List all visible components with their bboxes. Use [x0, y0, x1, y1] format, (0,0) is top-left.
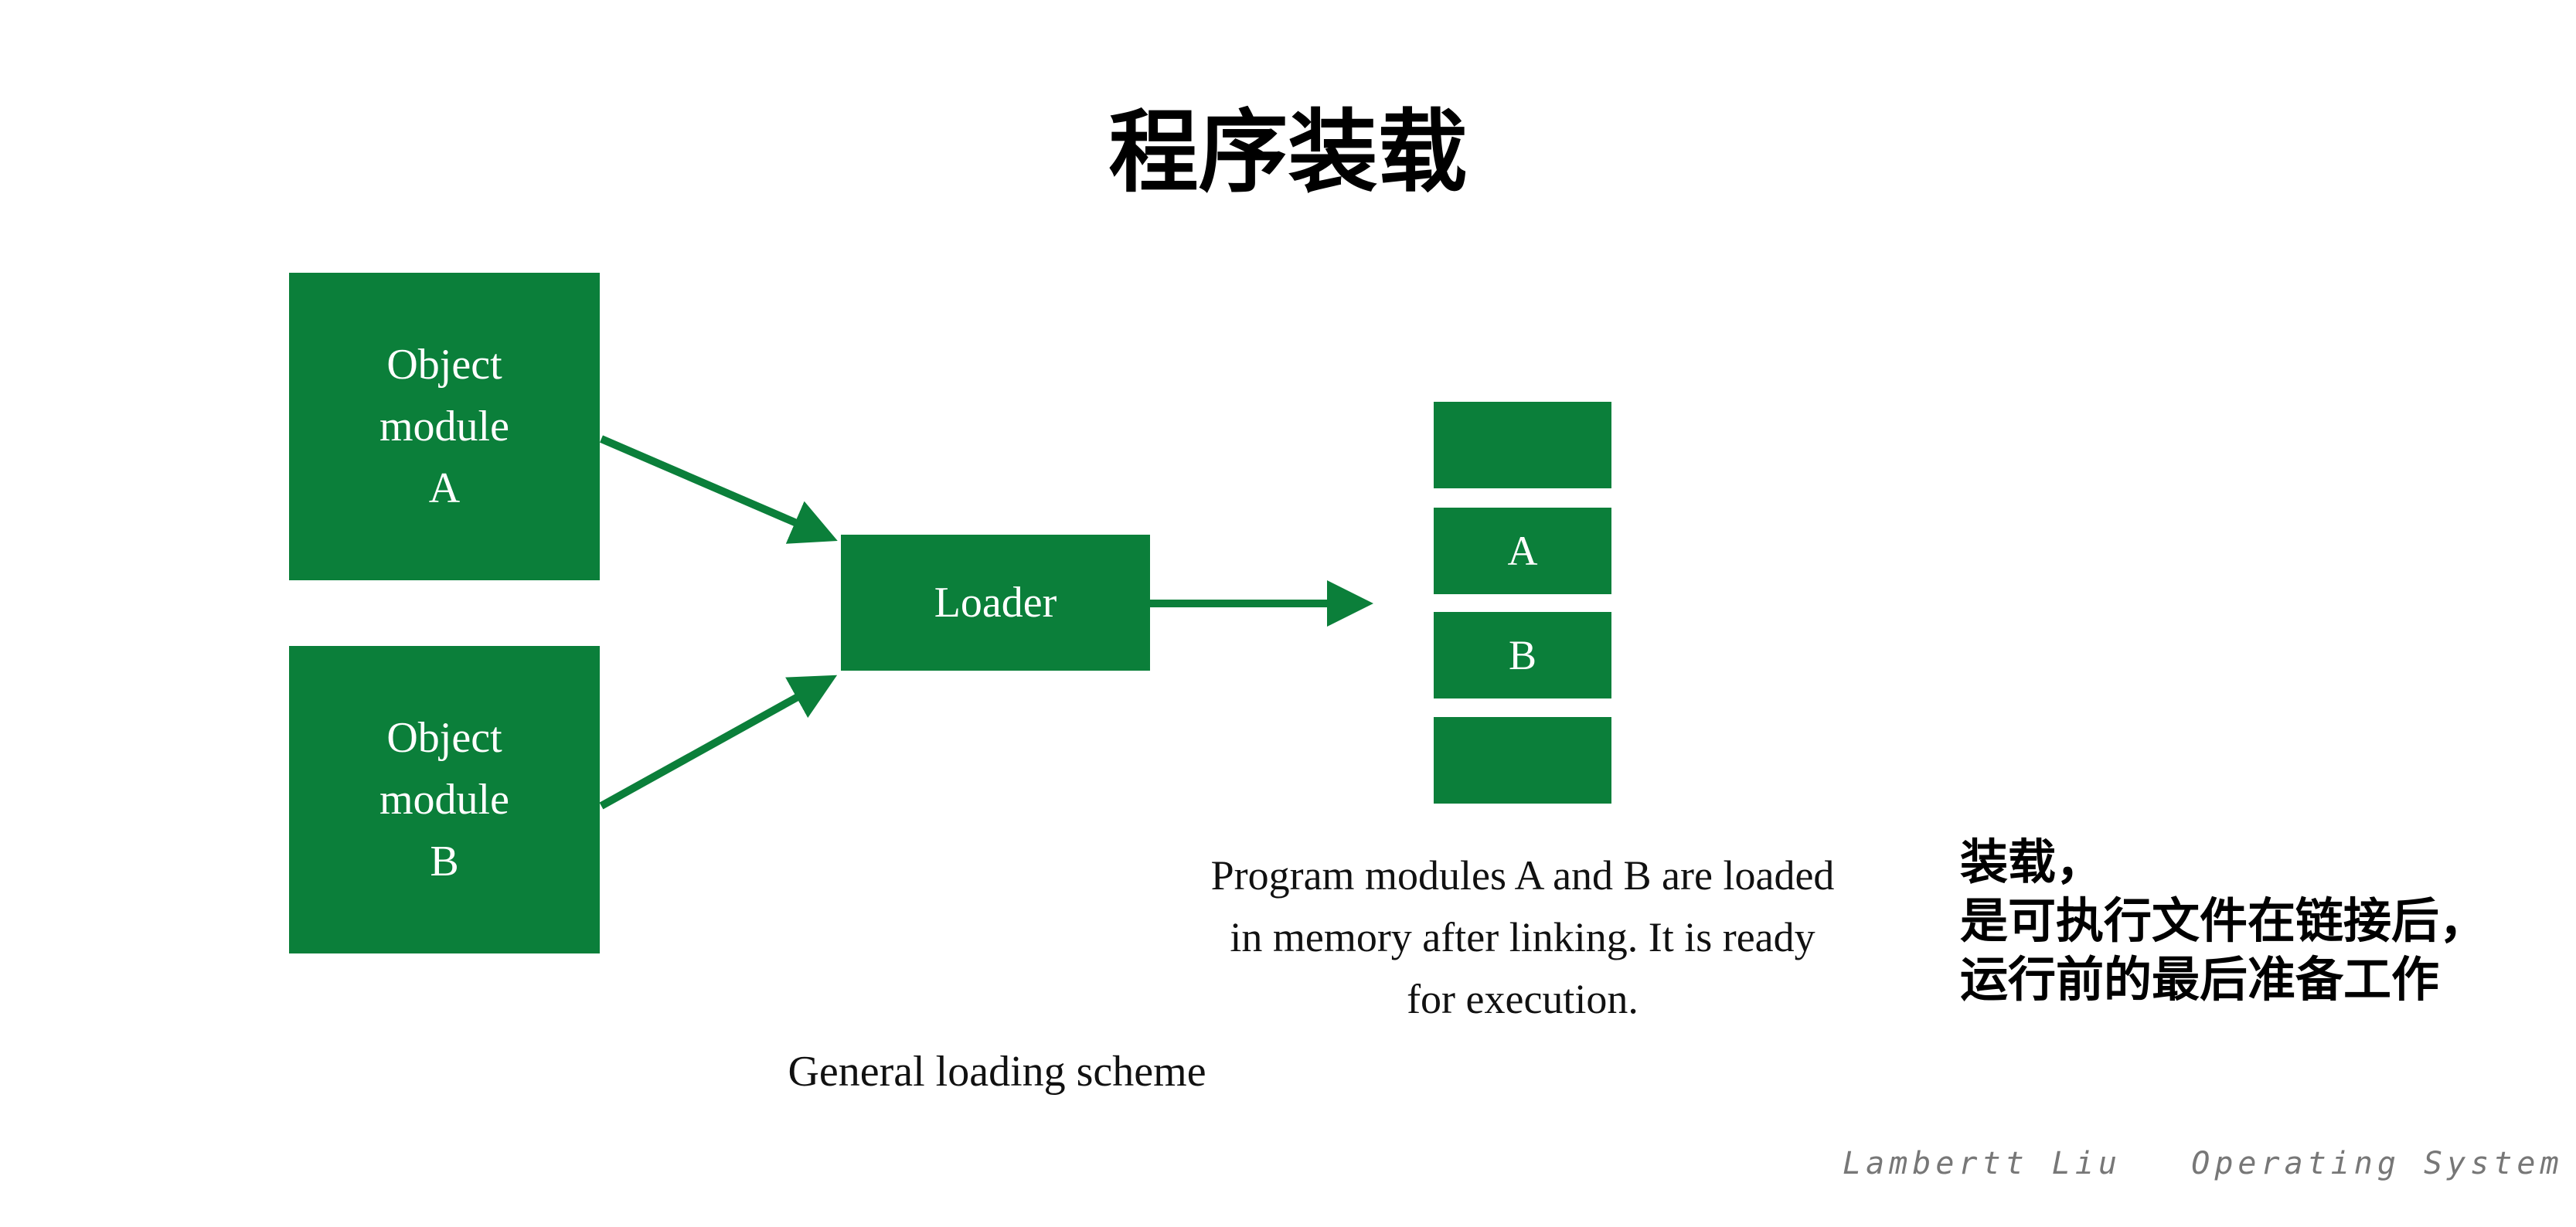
note-line3: 运行前的最后准备工作	[1960, 951, 2440, 1008]
program-caption-line3: for execution.	[1407, 976, 1638, 1022]
module-a-line3: A	[428, 464, 461, 512]
program-caption-line1: Program modules A and B are loaded	[1210, 852, 1835, 899]
module-b-line3: B	[430, 838, 459, 885]
object-module-a: Object module A	[289, 273, 600, 580]
memory-block-4	[1434, 717, 1611, 804]
arrow-module-a-to-loader	[600, 435, 838, 544]
note-line1: 装载，	[1960, 834, 2105, 890]
loader-box: Loader	[841, 535, 1150, 671]
module-a-line1: Object	[386, 341, 502, 389]
arrow-module-b-to-loader	[599, 675, 838, 810]
footer: Lambertt Liu Operating System	[1843, 1146, 2564, 1181]
footer-author: Lambertt Liu	[1843, 1146, 2122, 1181]
program-modules-caption: Program modules A and B are loaded in me…	[1152, 845, 1894, 1030]
object-module-b: Object module B	[289, 646, 600, 953]
program-caption-line2: in memory after linking. It is ready	[1230, 914, 1815, 960]
loading-note: 装载， 是可执行文件在链接后， 运行前的最后准备工作	[1960, 833, 2487, 1009]
note-line2: 是可执行文件在链接后，	[1960, 892, 2488, 949]
memory-block-b: B	[1434, 612, 1611, 698]
memory-block-a: A	[1434, 508, 1611, 594]
arrows-layer	[599, 435, 1373, 810]
footer-course: Operating System	[2191, 1146, 2564, 1181]
memory-block-a-label: A	[1507, 528, 1538, 574]
memory-block-1	[1434, 402, 1611, 488]
module-b-line2: module	[379, 776, 509, 824]
general-loading-caption: General loading scheme	[788, 1048, 1206, 1096]
module-b-line1: Object	[386, 714, 502, 762]
memory-block-b-label: B	[1508, 632, 1537, 678]
loader-label: Loader	[934, 579, 1057, 627]
module-a-line2: module	[379, 403, 509, 450]
slide: 程序装载 Object module A Object module B Loa…	[0, 0, 2576, 1227]
